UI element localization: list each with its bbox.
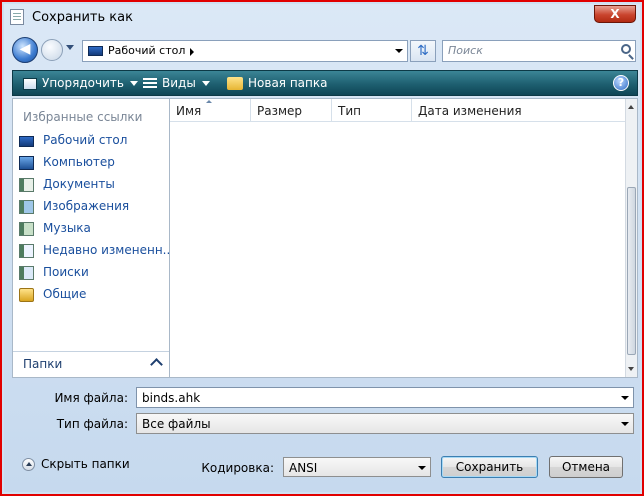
- window-title: Сохранить как: [32, 10, 133, 25]
- navigation-pane: Избранные ссылки Рабочий стол Компьютер …: [12, 98, 174, 378]
- column-header-label: Тип: [338, 104, 361, 118]
- column-header-label: Имя: [176, 104, 202, 118]
- filetype-label: Тип файла:: [56, 417, 128, 431]
- views-icon: [143, 77, 157, 90]
- sidebar-item-public[interactable]: Общие: [17, 285, 169, 307]
- sidebar-item-computer[interactable]: Компьютер: [17, 153, 169, 175]
- pictures-icon: [19, 200, 34, 214]
- scroll-down-arrow-icon[interactable]: [628, 367, 634, 371]
- chevron-down-icon: [418, 466, 426, 470]
- navigation-bar: ◀ Рабочий стол ⇅ Поиск: [4, 32, 640, 66]
- filetype-value: Все файлы: [142, 417, 211, 431]
- search-input[interactable]: Поиск: [442, 40, 636, 62]
- column-header-date-modified[interactable]: Дата изменения: [412, 99, 626, 121]
- notepad-icon: [10, 9, 24, 25]
- public-folder-icon: [19, 288, 34, 302]
- column-header-row: Имя Размер Тип Дата изменения: [170, 99, 625, 122]
- address-dropdown-icon[interactable]: [395, 49, 403, 53]
- organize-label: Упорядочить: [42, 76, 124, 90]
- sidebar-item-music[interactable]: Музыка: [17, 219, 169, 241]
- scroll-up-arrow-icon[interactable]: [628, 105, 634, 109]
- file-list-pane[interactable]: Имя Размер Тип Дата изменения: [170, 98, 638, 378]
- chevron-up-icon: [150, 358, 163, 371]
- favorite-links-heading: Избранные ссылки: [23, 110, 143, 124]
- new-folder-icon: [227, 77, 243, 90]
- address-bar[interactable]: Рабочий стол: [82, 40, 408, 62]
- column-header-size[interactable]: Размер: [251, 99, 332, 121]
- sidebar-item-label: Документы: [43, 177, 115, 191]
- save-as-dialog: Сохранить как X ◀ Рабочий стол ⇅ Поиск У…: [0, 0, 644, 496]
- refresh-button[interactable]: ⇅: [410, 40, 436, 62]
- filename-value[interactable]: binds.ahk: [142, 391, 200, 405]
- encoding-select[interactable]: ANSI: [283, 457, 431, 477]
- filename-label: Имя файла:: [54, 391, 128, 405]
- views-button[interactable]: Виды: [143, 76, 210, 90]
- music-icon: [19, 222, 34, 236]
- new-folder-button[interactable]: Новая папка: [227, 76, 327, 90]
- filetype-select[interactable]: Все файлы: [136, 413, 634, 434]
- close-button[interactable]: X: [594, 5, 636, 23]
- breadcrumb-chevron-icon[interactable]: [190, 48, 194, 56]
- forward-button[interactable]: [41, 39, 63, 61]
- address-path[interactable]: Рабочий стол: [108, 44, 185, 57]
- sort-ascending-icon: [206, 100, 212, 103]
- column-header-label: Размер: [257, 104, 303, 118]
- encoding-value: ANSI: [289, 461, 318, 475]
- cancel-button[interactable]: Отмена: [549, 456, 623, 478]
- search-placeholder: Поиск: [448, 44, 483, 57]
- hide-folders-button[interactable]: Скрыть папки: [22, 457, 130, 471]
- sidebar-item-searches[interactable]: Поиски: [17, 263, 169, 285]
- sidebar-item-label: Рабочий стол: [43, 133, 128, 147]
- column-header-label: Дата изменения: [418, 104, 522, 118]
- title-bar[interactable]: Сохранить как X: [4, 4, 640, 32]
- chevron-down-icon: [129, 81, 138, 86]
- desktop-icon: [88, 46, 103, 56]
- column-header-type[interactable]: Тип: [332, 99, 412, 121]
- sidebar-item-label: Изображения: [43, 199, 130, 213]
- scrollbar-thumb[interactable]: [627, 187, 636, 355]
- chevron-down-icon[interactable]: [621, 396, 629, 400]
- views-label: Виды: [162, 76, 196, 90]
- organize-button[interactable]: Упорядочить: [23, 76, 138, 90]
- organize-icon: [23, 77, 37, 90]
- recent-pages-dropdown-icon[interactable]: [66, 45, 74, 50]
- column-header-name[interactable]: Имя: [170, 99, 251, 121]
- folders-toggle[interactable]: Папки: [13, 351, 169, 377]
- recent-icon: [19, 244, 34, 258]
- chevron-down-icon: [201, 81, 210, 86]
- hide-folders-label: Скрыть папки: [41, 457, 130, 471]
- desktop-icon: [19, 136, 34, 147]
- save-button[interactable]: Сохранить: [441, 456, 538, 478]
- favorite-links-list: Рабочий стол Компьютер Документы Изображ…: [17, 131, 174, 307]
- sidebar-item-documents[interactable]: Документы: [17, 175, 169, 197]
- sidebar-item-label: Недавно измененн...: [43, 243, 175, 257]
- vertical-scrollbar[interactable]: [625, 99, 637, 377]
- sidebar-item-label: Компьютер: [43, 155, 115, 169]
- filename-field[interactable]: binds.ahk: [136, 387, 634, 408]
- computer-icon: [19, 156, 34, 170]
- collapse-up-icon: [22, 458, 35, 471]
- folders-label: Папки: [23, 357, 63, 371]
- help-icon[interactable]: ?: [613, 75, 629, 91]
- search-icon[interactable]: [621, 44, 631, 54]
- sidebar-item-label: Общие: [43, 287, 87, 301]
- sidebar-item-label: Поиски: [43, 265, 89, 279]
- searches-icon: [19, 266, 34, 280]
- encoding-label: Кодировка:: [201, 461, 274, 475]
- sidebar-item-label: Музыка: [43, 221, 91, 235]
- sidebar-item-pictures[interactable]: Изображения: [17, 197, 169, 219]
- documents-icon: [19, 178, 34, 192]
- chevron-down-icon: [621, 422, 629, 426]
- command-bar: Упорядочить Виды Новая папка ?: [12, 70, 638, 96]
- sidebar-item-recent[interactable]: Недавно измененн...: [17, 241, 174, 263]
- sidebar-item-desktop[interactable]: Рабочий стол: [17, 131, 169, 153]
- new-folder-label: Новая папка: [248, 76, 328, 90]
- back-button[interactable]: ◀: [12, 37, 38, 63]
